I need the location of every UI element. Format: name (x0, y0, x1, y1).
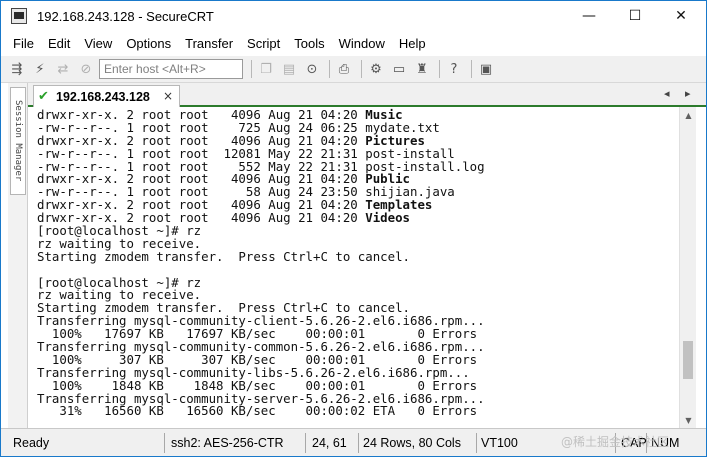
tab-strip: ✔ 192.168.243.128 × ◂ ▸ (28, 83, 706, 107)
toolbar-separator (439, 60, 440, 78)
left-edge (1, 83, 8, 428)
terminal-line-text: 31% 16560 KB 16560 KB/sec 00:00:02 ETA 0… (37, 403, 478, 419)
menu-help[interactable]: Help (399, 36, 426, 51)
terminal-line: Starting zmodem transfer. Press Ctrl+C t… (37, 248, 679, 264)
print-icon[interactable]: ⎙ (334, 59, 354, 79)
tab-label: 192.168.243.128 (56, 89, 150, 104)
tab-close-button[interactable]: × (163, 89, 173, 103)
paste-icon[interactable]: ▤ (279, 59, 299, 79)
maximize-button[interactable]: ☐ (612, 1, 658, 31)
menu-tools[interactable]: Tools (294, 36, 324, 51)
tab-scroll-right-icon[interactable]: ▸ (685, 87, 691, 100)
window-title: 192.168.243.128 - SecureCRT (37, 8, 214, 24)
securecrt-window: 192.168.243.128 - SecureCRT — ☐ ✕ File E… (0, 0, 707, 457)
menu-file[interactable]: File (13, 36, 34, 51)
menu-edit[interactable]: Edit (48, 36, 70, 51)
status-terminal-type: VT100 (481, 436, 518, 450)
session-manager-tab[interactable]: Session Manager (10, 87, 26, 195)
terminal-screen[interactable]: drwxr-xr-x. 2 root root 4096 Aug 21 04:2… (28, 107, 679, 428)
terminal-directory-name: Videos (365, 210, 410, 226)
menu-bar: File Edit View Options Transfer Script T… (1, 31, 706, 56)
status-bar: Ready ssh2: AES-256-CTR 24, 61 24 Rows, … (1, 428, 706, 456)
menu-transfer[interactable]: Transfer (185, 36, 233, 51)
menu-view[interactable]: View (84, 36, 112, 51)
status-size: 24 Rows, 80 Cols (363, 436, 461, 450)
status-num: NUM (651, 436, 680, 450)
keymap-icon[interactable]: ▭ (389, 59, 409, 79)
right-padding (696, 107, 706, 428)
status-separator (615, 433, 616, 453)
toolbar: ⇶ ⚡ ⇄ ⊘ ❐ ▤ ⊙ ⎙ ⚙ ▭ ♜ ? ▣ (1, 56, 706, 83)
menu-window[interactable]: Window (339, 36, 385, 51)
connected-check-icon: ✔ (38, 88, 49, 104)
minimize-button[interactable]: — (566, 1, 612, 31)
terminal-line-text: Starting zmodem transfer. Press Ctrl+C t… (37, 248, 410, 264)
quick-connect-icon[interactable]: ⚡ (30, 59, 50, 79)
host-input[interactable] (99, 59, 243, 79)
close-button[interactable]: ✕ (658, 1, 704, 31)
status-protocol: ssh2: AES-256-CTR (171, 436, 284, 450)
toolbar-separator (329, 60, 330, 78)
find-icon[interactable]: ⊙ (302, 59, 322, 79)
toolbar-separator (361, 60, 362, 78)
session-manager-panel: Session Manager (8, 83, 28, 428)
tab-scroll-left-icon[interactable]: ◂ (664, 87, 670, 100)
screen-icon[interactable]: ▣ (476, 59, 496, 79)
status-cap: CAP (621, 436, 647, 450)
menu-options[interactable]: Options (126, 36, 171, 51)
menu-script[interactable]: Script (247, 36, 280, 51)
disconnect-icon[interactable]: ⊘ (76, 59, 96, 79)
toolbar-separator (471, 60, 472, 78)
status-separator (305, 433, 306, 453)
connect-icon[interactable]: ⇶ (7, 59, 27, 79)
status-ready: Ready (13, 436, 50, 450)
vertical-scrollbar[interactable]: ▲ ▼ (679, 107, 696, 428)
settings-icon[interactable]: ⚙ (366, 59, 386, 79)
tab-session[interactable]: ✔ 192.168.243.128 × (33, 85, 180, 107)
terminal-line: 31% 16560 KB 16560 KB/sec 00:00:02 ETA 0… (37, 405, 679, 418)
toolbar-separator (251, 60, 252, 78)
sftp-icon[interactable]: ♜ (412, 59, 432, 79)
scrollbar-thumb[interactable] (683, 341, 693, 379)
app-icon (11, 8, 27, 24)
status-separator (164, 433, 165, 453)
scroll-down-icon[interactable]: ▼ (680, 412, 697, 428)
title-bar: 192.168.243.128 - SecureCRT — ☐ ✕ (1, 1, 706, 31)
reconnect-icon[interactable]: ⇄ (53, 59, 73, 79)
scroll-up-icon[interactable]: ▲ (680, 107, 697, 123)
help-icon[interactable]: ? (444, 59, 464, 79)
copy-icon[interactable]: ❐ (256, 59, 276, 79)
status-cursor: 24, 61 (312, 436, 347, 450)
